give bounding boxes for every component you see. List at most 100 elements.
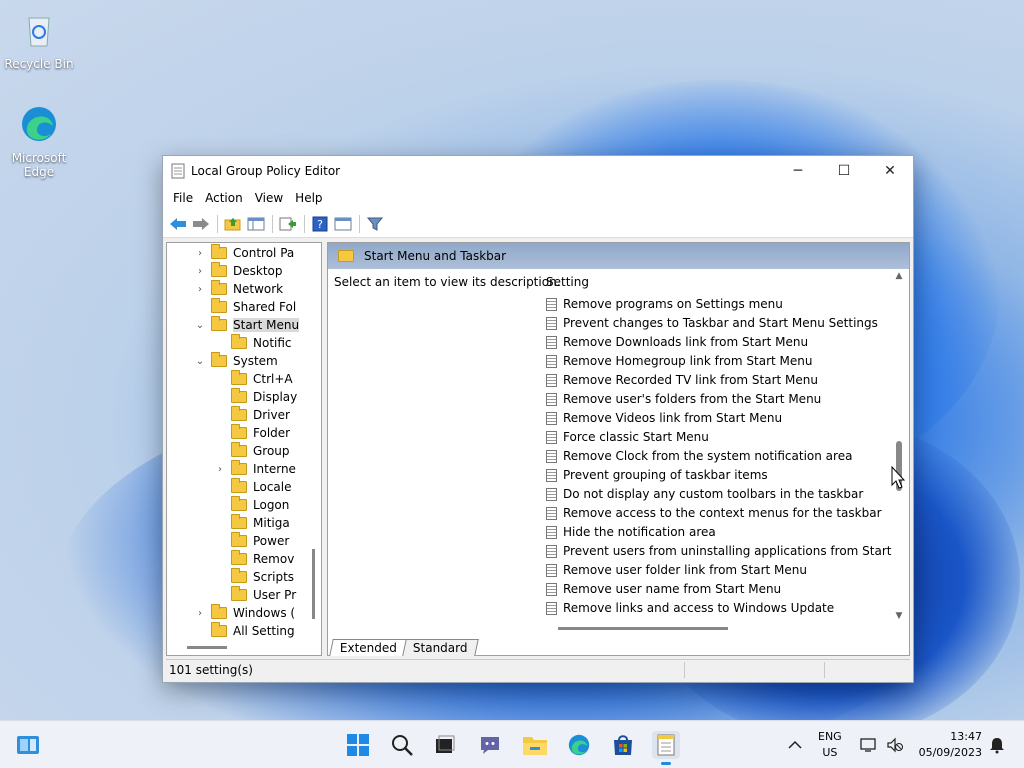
desktop-icon-recycle-bin[interactable]: Recycle Bin [4, 10, 74, 71]
filter-button[interactable] [364, 213, 386, 235]
menu-file[interactable]: File [167, 191, 199, 205]
scroll-up-icon[interactable]: ▲ [893, 271, 905, 281]
window-title: Local Group Policy Editor [191, 164, 341, 178]
policy-setting-icon [546, 506, 557, 520]
back-button[interactable] [167, 213, 189, 235]
start-button[interactable] [344, 731, 372, 759]
setting-row[interactable]: Remove user's folders from the Start Men… [546, 390, 821, 408]
tab-standard[interactable]: Standard [402, 639, 479, 656]
setting-row[interactable]: Remove Recorded TV link from Start Menu [546, 371, 818, 389]
file-explorer-button[interactable] [521, 731, 549, 759]
chevron-right-icon[interactable]: › [193, 266, 207, 277]
store-button[interactable] [609, 731, 637, 759]
tree-item[interactable]: Scripts [231, 568, 294, 586]
tree-item[interactable]: › Windows ( [198, 604, 295, 622]
tree-item[interactable]: Display [231, 388, 297, 406]
tree-item[interactable]: User Pr [231, 586, 296, 604]
setting-column-header[interactable]: Setting [546, 275, 589, 289]
folder-icon [231, 406, 247, 421]
teams-chat-button[interactable] [476, 731, 504, 759]
setting-row[interactable]: Prevent changes to Taskbar and Start Men… [546, 314, 878, 332]
description-text: Select an item to view its description. [334, 275, 561, 289]
tree-item[interactable]: Shared Fol [211, 298, 296, 316]
tree-item[interactable]: › Interne [218, 460, 296, 478]
setting-row[interactable]: Remove links and access to Windows Updat… [546, 599, 834, 617]
clock[interactable]: 13:47 05/09/2023 [919, 729, 982, 761]
tree-item[interactable]: All Setting [211, 622, 295, 640]
menu-help[interactable]: Help [289, 191, 328, 205]
tree-item[interactable]: › Desktop [198, 262, 283, 280]
tree-item[interactable]: Group [231, 442, 290, 460]
maximize-button[interactable]: ☐ [821, 156, 867, 186]
horizontal-scroll-thumb[interactable] [558, 627, 728, 630]
tree-horizontal-scroll-thumb[interactable] [187, 646, 227, 649]
menu-action[interactable]: Action [199, 191, 249, 205]
setting-row[interactable]: Remove programs on Settings menu [546, 295, 783, 313]
desktop-icon-edge[interactable]: Microsoft Edge [4, 104, 74, 179]
help-button[interactable]: ? [309, 213, 331, 235]
tree-item[interactable]: Ctrl+A [231, 370, 293, 388]
close-button[interactable]: ✕ [867, 156, 913, 186]
setting-row[interactable]: Do not display any custom toolbars in th… [546, 485, 863, 503]
scroll-down-icon[interactable]: ▼ [893, 611, 905, 621]
tree-item[interactable]: Mitiga [231, 514, 290, 532]
tree-item[interactable]: Power [231, 532, 289, 550]
minimize-button[interactable]: ─ [775, 156, 821, 186]
setting-row[interactable]: Remove Videos link from Start Menu [546, 409, 782, 427]
chevron-right-icon[interactable]: › [213, 464, 227, 475]
volume-status[interactable] [886, 721, 904, 768]
tree-item-label: User Pr [253, 588, 297, 602]
network-status[interactable] [860, 721, 878, 768]
setting-row[interactable]: Prevent users from uninstalling applicat… [546, 542, 891, 560]
chevron-right-icon[interactable]: › [193, 248, 207, 259]
properties-button[interactable] [332, 213, 354, 235]
chevron-down-icon[interactable]: ⌄ [193, 320, 207, 331]
setting-row[interactable]: Remove Homegroup link from Start Menu [546, 352, 812, 370]
tree-item[interactable]: Logon [231, 496, 289, 514]
setting-row[interactable]: Remove access to the context menus for t… [546, 504, 882, 522]
tree-vertical-scroll-thumb[interactable] [312, 549, 315, 619]
setting-label: Prevent users from uninstalling applicat… [563, 544, 892, 558]
setting-row[interactable]: Force classic Start Menu [546, 428, 709, 446]
tree-item[interactable]: Notific [231, 334, 292, 352]
console-tree[interactable]: › Control Pa › Desktop › Network Shared Fol ⌄ St… [166, 242, 322, 656]
setting-row[interactable]: Remove Clock from the system notificatio… [546, 447, 852, 465]
tab-extended[interactable]: Extended [329, 639, 408, 656]
setting-row[interactable]: Remove user name from Start Menu [546, 580, 781, 598]
menu-view[interactable]: View [249, 191, 289, 205]
export-list-button[interactable] [277, 213, 299, 235]
tree-item-label: Folder [253, 426, 291, 440]
notifications-button[interactable] [988, 721, 1006, 768]
setting-row[interactable]: Remove Downloads link from Start Menu [546, 333, 808, 351]
edge-taskbar-button[interactable] [565, 731, 593, 759]
tree-item[interactable]: › Network [198, 280, 283, 298]
chevron-right-icon[interactable]: › [193, 284, 207, 295]
tray-overflow-button[interactable] [788, 721, 802, 768]
tree-item[interactable]: ⌄ Start Menu [196, 316, 300, 334]
setting-row[interactable]: Prevent grouping of taskbar items [546, 466, 768, 484]
policy-editor-taskbar-button[interactable] [652, 731, 680, 765]
chevron-down-icon[interactable]: ⌄ [193, 356, 207, 367]
chevron-right-icon[interactable]: › [193, 608, 207, 619]
tree-item[interactable]: Locale [231, 478, 291, 496]
search-button[interactable] [388, 731, 416, 759]
tree-item[interactable]: Driver [231, 406, 290, 424]
widgets-button[interactable] [14, 731, 42, 759]
vertical-scrollbar[interactable]: ▲ ▼ [893, 271, 905, 621]
up-folder-button[interactable] [222, 213, 244, 235]
setting-row[interactable]: Hide the notification area [546, 523, 716, 541]
language-indicator[interactable]: ENG US [818, 729, 842, 761]
task-view-icon [436, 735, 455, 753]
forward-button[interactable] [190, 213, 212, 235]
tree-item[interactable]: Remov [231, 550, 294, 568]
task-view-button[interactable] [431, 731, 459, 759]
tree-item[interactable]: › Control Pa [198, 244, 294, 262]
forward-arrow-icon [193, 217, 209, 230]
show-hide-tree-button[interactable] [245, 213, 267, 235]
tree-item-label: Shared Fol [233, 300, 297, 314]
setting-row[interactable]: Remove user folder link from Start Menu [546, 561, 807, 579]
tree-item[interactable]: Folder [231, 424, 290, 442]
file-explorer-icon [523, 737, 547, 755]
tree-item[interactable]: ⌄ System [196, 352, 278, 370]
policy-setting-icon [546, 563, 557, 577]
